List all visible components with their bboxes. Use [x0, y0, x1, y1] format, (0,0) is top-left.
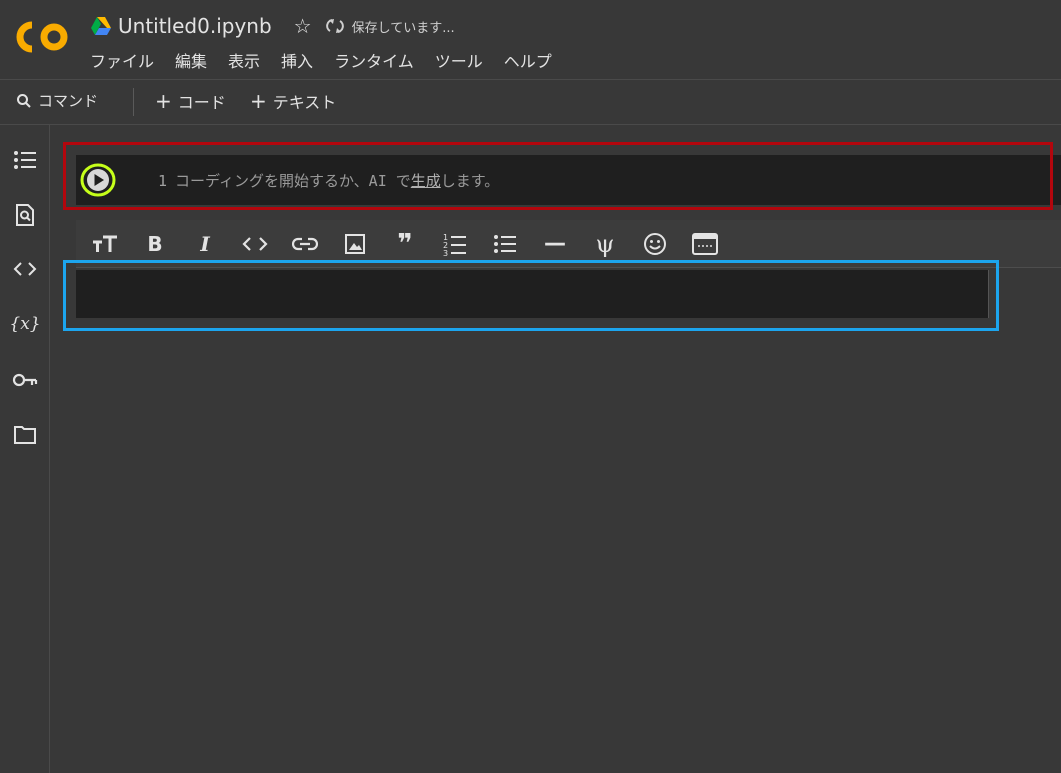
menu-bar: ファイル 編集 表示 挿入 ランタイム ツール ヘルプ — [90, 48, 573, 72]
star-icon[interactable]: ☆ — [294, 14, 312, 38]
text-cell-highlight — [63, 260, 999, 331]
link-icon[interactable] — [290, 229, 320, 259]
horizontal-rule-icon[interactable]: — — [540, 229, 570, 259]
emoji-icon[interactable] — [640, 229, 670, 259]
menu-insert[interactable]: 挿入 — [281, 48, 313, 72]
italic-icon[interactable]: I — [190, 229, 220, 259]
search-icon — [17, 93, 31, 108]
add-code-label: コード — [177, 93, 226, 112]
app-header: Untitled0.ipynb ☆ 保存しています... ファイル 編集 表示 … — [0, 0, 1061, 80]
numbered-list-icon[interactable]: 1 2 3 — [440, 229, 470, 259]
plus-icon: + — [250, 89, 267, 113]
latex-psi-icon[interactable]: ψ — [590, 229, 620, 259]
table-of-contents-icon[interactable] — [12, 147, 38, 173]
notebook-title[interactable]: Untitled0.ipynb — [118, 14, 272, 38]
left-sidebar: {x} — [0, 125, 50, 773]
menu-file[interactable]: ファイル — [90, 48, 154, 72]
code-cell-highlight — [63, 142, 1053, 210]
menu-runtime[interactable]: ランタイム — [334, 48, 414, 72]
bold-icon[interactable]: B — [140, 229, 170, 259]
add-text-button[interactable]: + テキスト — [250, 89, 336, 113]
sync-icon — [325, 19, 344, 33]
code-icon[interactable] — [240, 229, 270, 259]
heading-icon[interactable] — [90, 229, 120, 259]
command-label: コマンド — [38, 92, 99, 110]
save-status: 保存しています... — [351, 20, 455, 36]
menu-help[interactable]: ヘルプ — [504, 48, 552, 72]
files-folder-icon[interactable] — [12, 422, 38, 448]
notebook-toolbar: コマンド + コード + テキスト — [0, 80, 1061, 125]
google-drive-icon[interactable] — [90, 16, 112, 36]
code-snippets-icon[interactable] — [12, 256, 38, 282]
preview-toggle-icon[interactable] — [690, 229, 720, 259]
title-row: Untitled0.ipynb ☆ 保存しています... — [90, 12, 455, 40]
find-icon[interactable] — [12, 202, 38, 228]
svg-text:3: 3 — [443, 249, 448, 256]
image-icon[interactable] — [340, 229, 370, 259]
add-code-button[interactable]: + コード — [155, 89, 226, 113]
quote-icon[interactable]: ❞ — [390, 229, 420, 259]
plus-icon: + — [155, 89, 172, 113]
secrets-key-icon[interactable] — [12, 367, 38, 393]
menu-edit[interactable]: 編集 — [175, 48, 207, 72]
bulleted-list-icon[interactable] — [490, 229, 520, 259]
command-palette-button[interactable]: コマンド — [16, 90, 98, 111]
toolbar-divider — [133, 88, 134, 116]
variables-icon[interactable]: {x} — [9, 311, 40, 337]
menu-view[interactable]: 表示 — [228, 48, 260, 72]
menu-tools[interactable]: ツール — [435, 48, 483, 72]
colab-logo[interactable] — [16, 20, 70, 54]
add-text-label: テキスト — [272, 93, 337, 112]
